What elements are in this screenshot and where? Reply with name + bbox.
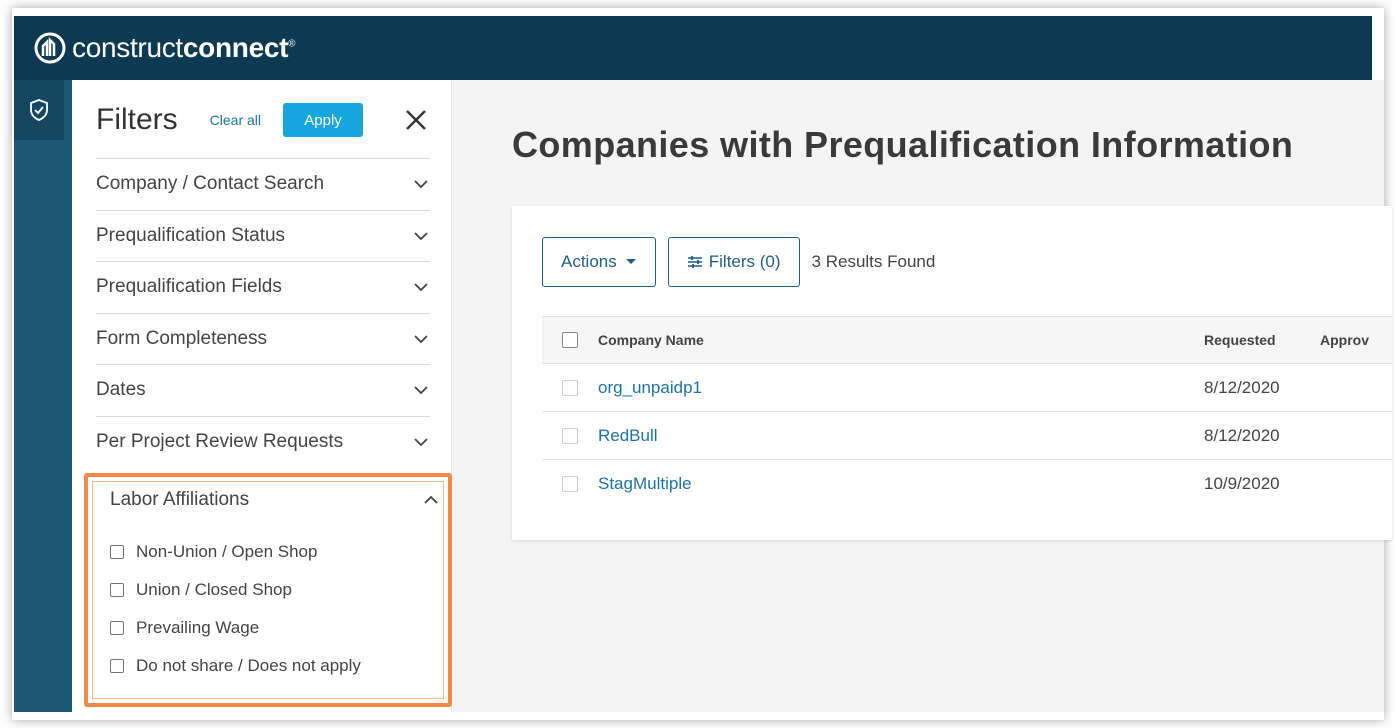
results-card: Actions Filters (0) 3 Results Found Comp…: [512, 206, 1392, 540]
filter-section-label: Prequalification Fields: [96, 276, 282, 298]
caret-down-icon: [625, 259, 636, 264]
row-select-cell: [542, 379, 598, 396]
labor-affiliations-label: Labor Affiliations: [110, 489, 250, 510]
checkbox[interactable]: [110, 583, 124, 597]
checkbox[interactable]: [110, 621, 124, 635]
main-content: Companies with Prequalification Informat…: [452, 80, 1392, 712]
labor-options: Non-Union / Open Shop Union / Closed Sho…: [110, 533, 361, 685]
chevron-down-icon: [414, 180, 428, 189]
requested-date: 8/12/2020: [1204, 377, 1280, 397]
filter-section-label: Company / Contact Search: [96, 173, 325, 195]
company-link[interactable]: org_unpaidp1: [598, 378, 702, 398]
close-filters-button[interactable]: [402, 106, 430, 134]
filter-section-label: Per Project Review Requests: [96, 430, 344, 452]
results-toolbar: Actions Filters (0) 3 Results Found: [542, 237, 935, 287]
shield-check-icon: [30, 99, 48, 121]
labor-option-label: Prevailing Wage: [136, 618, 260, 637]
filters-button[interactable]: Filters (0): [667, 237, 800, 287]
sliders-icon: [687, 256, 702, 268]
filter-section-form-completeness[interactable]: Form Completeness: [96, 312, 430, 365]
requested-date: 10/9/2020: [1204, 474, 1280, 493]
chevron-down-icon: [414, 335, 428, 344]
filters-title: Filters: [96, 103, 178, 136]
select-all-checkbox[interactable]: [562, 332, 578, 348]
requested-date: 8/12/2020: [1204, 425, 1280, 445]
filter-section-prequalification-fields[interactable]: Prequalification Fields: [96, 261, 430, 313]
chevron-down-icon: [414, 438, 428, 447]
actions-dropdown-button[interactable]: Actions: [542, 237, 656, 287]
top-bar: constructconnect®: [14, 16, 1372, 80]
column-header-requested[interactable]: Requested: [1204, 332, 1276, 348]
filter-sections: Company / Contact Search Prequalificatio…: [96, 158, 430, 467]
close-icon: [406, 110, 426, 130]
labor-option-do-not-share[interactable]: Do not share / Does not apply: [110, 647, 361, 685]
actions-label: Actions: [561, 252, 617, 271]
row-checkbox[interactable]: [562, 427, 578, 444]
apply-button[interactable]: Apply: [283, 103, 364, 137]
table-row: org_unpaidp1 8/12/2020: [542, 364, 1392, 412]
brand-name[interactable]: constructconnect®: [72, 32, 296, 64]
row-select-cell: [542, 427, 598, 444]
chevron-down-icon: [414, 386, 428, 395]
filter-section-prequalification-status[interactable]: Prequalification Status: [96, 209, 430, 262]
companies-table: Company Name Requested Approv org_unpaid…: [542, 316, 1392, 508]
brand-registered-mark: ®: [288, 38, 296, 50]
select-all-cell: [542, 332, 598, 348]
brand-name-thin: construct: [72, 32, 183, 63]
filter-section-label: Form Completeness: [96, 327, 268, 349]
chevron-down-icon: [414, 232, 428, 241]
filters-header: Filters Clear all Apply: [96, 100, 430, 140]
row-select-cell: [542, 476, 598, 492]
filters-button-label: Filters (0): [708, 252, 781, 271]
left-rail: [14, 80, 72, 712]
labor-affiliations-section: Labor Affiliations Non-Union / Open Shop…: [84, 473, 452, 707]
labor-affiliations-header[interactable]: Labor Affiliations: [110, 483, 440, 517]
labor-option-non-union[interactable]: Non-Union / Open Shop: [110, 533, 361, 571]
clear-all-link[interactable]: Clear all: [210, 112, 261, 128]
column-header-approved[interactable]: Approv: [1320, 332, 1369, 348]
filter-section-per-project-review-requests[interactable]: Per Project Review Requests: [96, 415, 430, 468]
constructconnect-logo-icon: [34, 32, 66, 64]
filter-section-label: Dates: [96, 379, 146, 401]
labor-option-union[interactable]: Union / Closed Shop: [110, 571, 361, 609]
chevron-down-icon: [414, 283, 428, 292]
filter-section-company-contact-search[interactable]: Company / Contact Search: [96, 158, 430, 210]
brand-name-bold: connect: [182, 32, 289, 63]
table-header: Company Name Requested Approv: [542, 316, 1392, 364]
row-checkbox[interactable]: [562, 379, 578, 396]
column-header-company-name[interactable]: Company Name: [598, 332, 704, 348]
checkbox[interactable]: [110, 659, 124, 673]
chevron-up-icon: [424, 495, 438, 504]
labor-option-label: Do not share / Does not apply: [136, 656, 361, 675]
company-link[interactable]: RedBull: [598, 426, 658, 446]
filter-section-dates[interactable]: Dates: [96, 364, 430, 416]
filter-section-label: Prequalification Status: [96, 224, 286, 246]
rail-item-prequalification[interactable]: [14, 80, 64, 140]
table-row: StagMultiple 10/9/2020: [542, 460, 1392, 508]
checkbox[interactable]: [110, 545, 124, 559]
company-link[interactable]: StagMultiple: [598, 474, 692, 494]
row-checkbox[interactable]: [562, 476, 578, 492]
page-title: Companies with Prequalification Informat…: [512, 124, 1294, 165]
results-count: 3 Results Found: [811, 252, 936, 271]
labor-option-label: Union / Closed Shop: [136, 580, 292, 599]
labor-option-prevailing-wage[interactable]: Prevailing Wage: [110, 609, 361, 647]
table-row: RedBull 8/12/2020: [542, 412, 1392, 460]
labor-option-label: Non-Union / Open Shop: [136, 542, 318, 561]
